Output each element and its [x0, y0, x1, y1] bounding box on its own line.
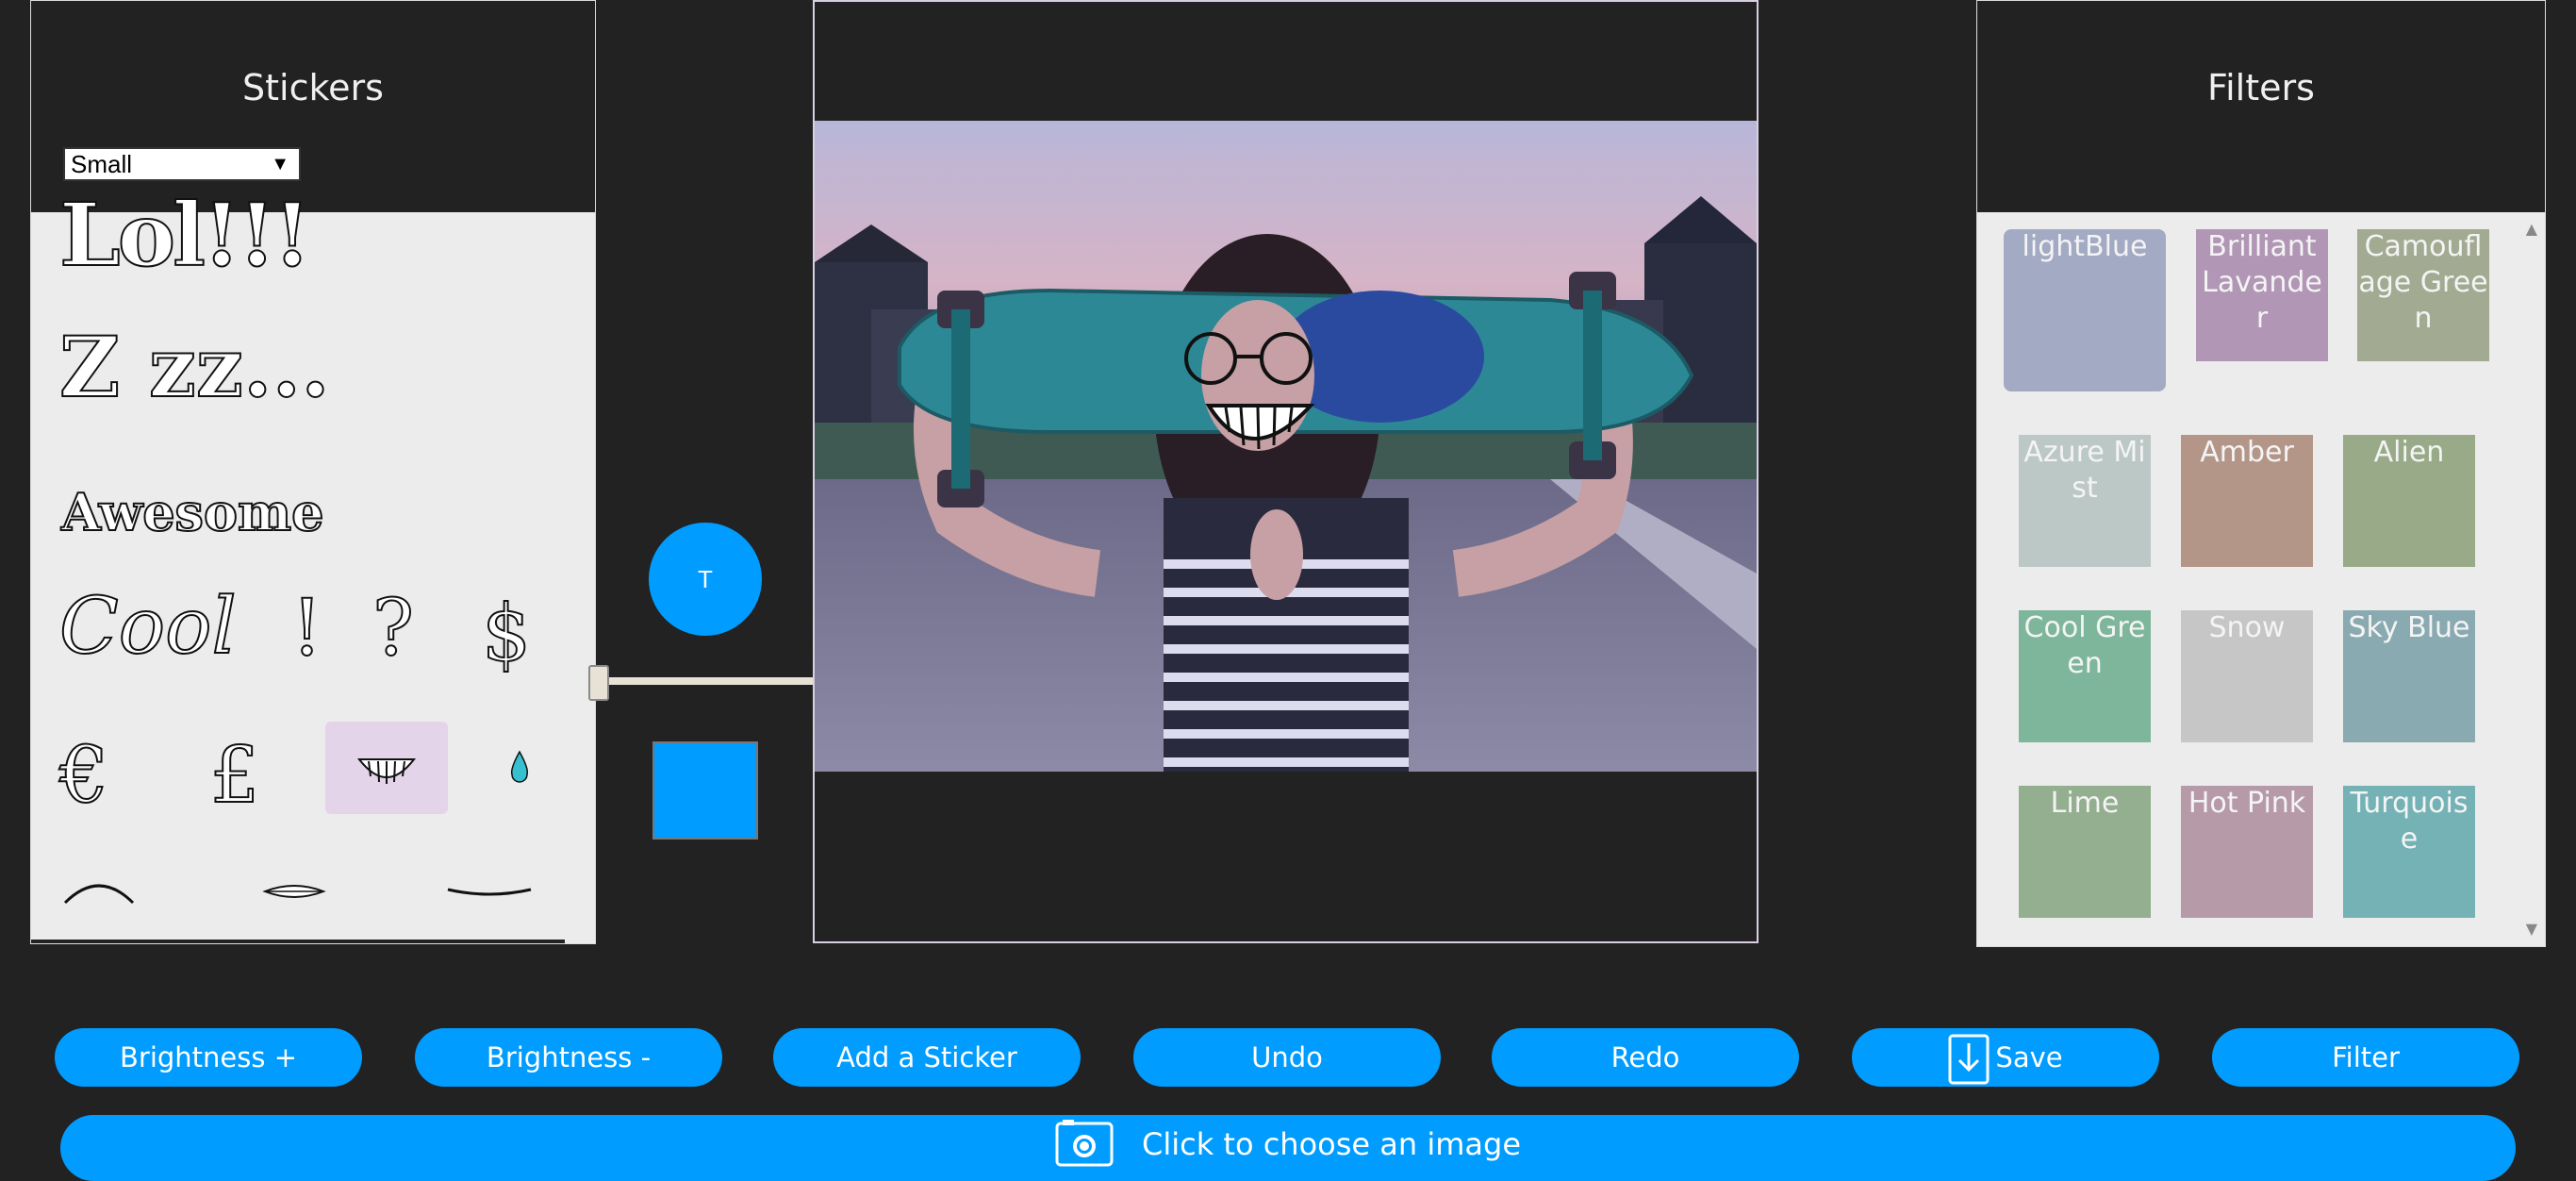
brightness-up-button[interactable]: Brightness + — [55, 1028, 362, 1087]
sticker-frown[interactable] — [59, 874, 139, 912]
filters-title: Filters — [2207, 67, 2315, 108]
filters-panel: Filters lightBlue Brilliant Lavander Cam… — [1976, 0, 2546, 947]
filter-label: Brilliant Lavander — [2202, 230, 2322, 335]
sticker-awesome[interactable]: Awesome — [60, 481, 324, 543]
sticker-drop[interactable] — [508, 750, 531, 788]
filter-lime[interactable]: Lime — [2019, 786, 2151, 918]
sticker-lol[interactable]: Lol!!! — [58, 183, 312, 287]
filter-label: Camouflage Green — [2358, 230, 2488, 335]
filter-label: Sky Blue — [2348, 611, 2470, 644]
panel-divider — [31, 940, 565, 943]
brightness-down-button[interactable]: Brightness - — [415, 1028, 722, 1087]
sticker-pound[interactable]: £ — [209, 730, 260, 822]
filter-label: Azure Mist — [2023, 436, 2146, 505]
filter-label: Snow — [2208, 611, 2286, 644]
save-label: Save — [1995, 1041, 2063, 1073]
filter-label: Turquoise — [2350, 787, 2469, 856]
filter-label: Cool Green — [2023, 611, 2146, 680]
filter-camouflage-green[interactable]: Camouflage Green — [2357, 229, 2489, 361]
filter-hot-pink[interactable]: Hot Pink — [2181, 786, 2313, 918]
filter-snow[interactable]: Snow — [2181, 610, 2313, 742]
camera-icon — [1055, 1120, 1114, 1167]
scroll-up-icon[interactable]: ▲ — [2526, 220, 2537, 238]
sticker-smile[interactable] — [442, 882, 537, 908]
sticker-size-select[interactable]: Small ▼ — [63, 147, 301, 181]
slider-track[interactable] — [590, 677, 826, 685]
stickers-header: Stickers Small ▼ — [31, 1, 595, 212]
add-sticker-button[interactable]: Add a Sticker — [773, 1028, 1081, 1087]
filter-label: lightBlue — [2022, 230, 2148, 263]
smile-line-icon — [447, 888, 532, 896]
drop-icon — [510, 750, 529, 783]
color-picker[interactable] — [652, 741, 758, 840]
choose-image-label: Click to choose an image — [1141, 1126, 1521, 1162]
chevron-down-icon: ▼ — [271, 154, 289, 175]
redo-button[interactable]: Redo — [1492, 1028, 1799, 1087]
filter-label: Amber — [2200, 436, 2294, 469]
sticker-teeth[interactable] — [325, 722, 448, 814]
sticker-exclaim[interactable]: ! — [290, 583, 323, 674]
filters-header: Filters — [1977, 1, 2545, 212]
photo-image[interactable] — [815, 121, 1757, 772]
filter-cool-green[interactable]: Cool Green — [2019, 610, 2151, 742]
filter-sky-blue[interactable]: Sky Blue — [2343, 610, 2475, 742]
filter-lightblue[interactable]: lightBlue — [2004, 229, 2166, 391]
scroll-down-icon[interactable]: ▼ — [2526, 920, 2537, 938]
stickers-panel: Stickers Small ▼ Lol!!! Z zz... Awesome … — [30, 0, 596, 944]
sticker-question[interactable]: ? — [372, 583, 415, 674]
filter-azure-mist[interactable]: Azure Mist — [2019, 435, 2151, 567]
frown-mouth-icon — [63, 884, 135, 905]
filter-label: Alien — [2373, 436, 2445, 469]
add-text-button[interactable]: T — [649, 523, 762, 636]
choose-image-button[interactable]: Click to choose an image — [60, 1115, 2516, 1181]
teeth-icon — [356, 758, 417, 784]
sticker-euro[interactable]: € — [58, 730, 109, 822]
filter-label: Lime — [2050, 787, 2120, 820]
sticker-lips[interactable] — [261, 880, 327, 907]
lips-icon — [262, 885, 326, 898]
undo-button[interactable]: Undo — [1133, 1028, 1441, 1087]
sticker-dollar[interactable]: $ — [481, 589, 532, 680]
sticker-cool[interactable]: Cool — [58, 581, 238, 673]
filter-amber[interactable]: Amber — [2181, 435, 2313, 567]
slider-handle[interactable] — [588, 665, 609, 701]
editor-canvas[interactable] — [813, 0, 1759, 943]
filter-button[interactable]: Filter — [2212, 1028, 2519, 1087]
filter-alien[interactable]: Alien — [2343, 435, 2475, 567]
download-icon — [1948, 1034, 1990, 1085]
sticker-list[interactable]: Lol!!! Z zz... Awesome Cool ! ? $ € £ — [31, 183, 595, 943]
stickers-title: Stickers — [242, 67, 384, 108]
sticker-size-value: Small — [71, 150, 133, 178]
sticker-zzz[interactable]: Z zz... — [58, 317, 331, 417]
filter-brilliant-lavander[interactable]: Brilliant Lavander — [2196, 229, 2328, 361]
filter-label: Hot Pink — [2188, 787, 2306, 820]
save-button[interactable]: Save — [1852, 1028, 2159, 1087]
filter-turquoise[interactable]: Turquoise — [2343, 786, 2475, 918]
